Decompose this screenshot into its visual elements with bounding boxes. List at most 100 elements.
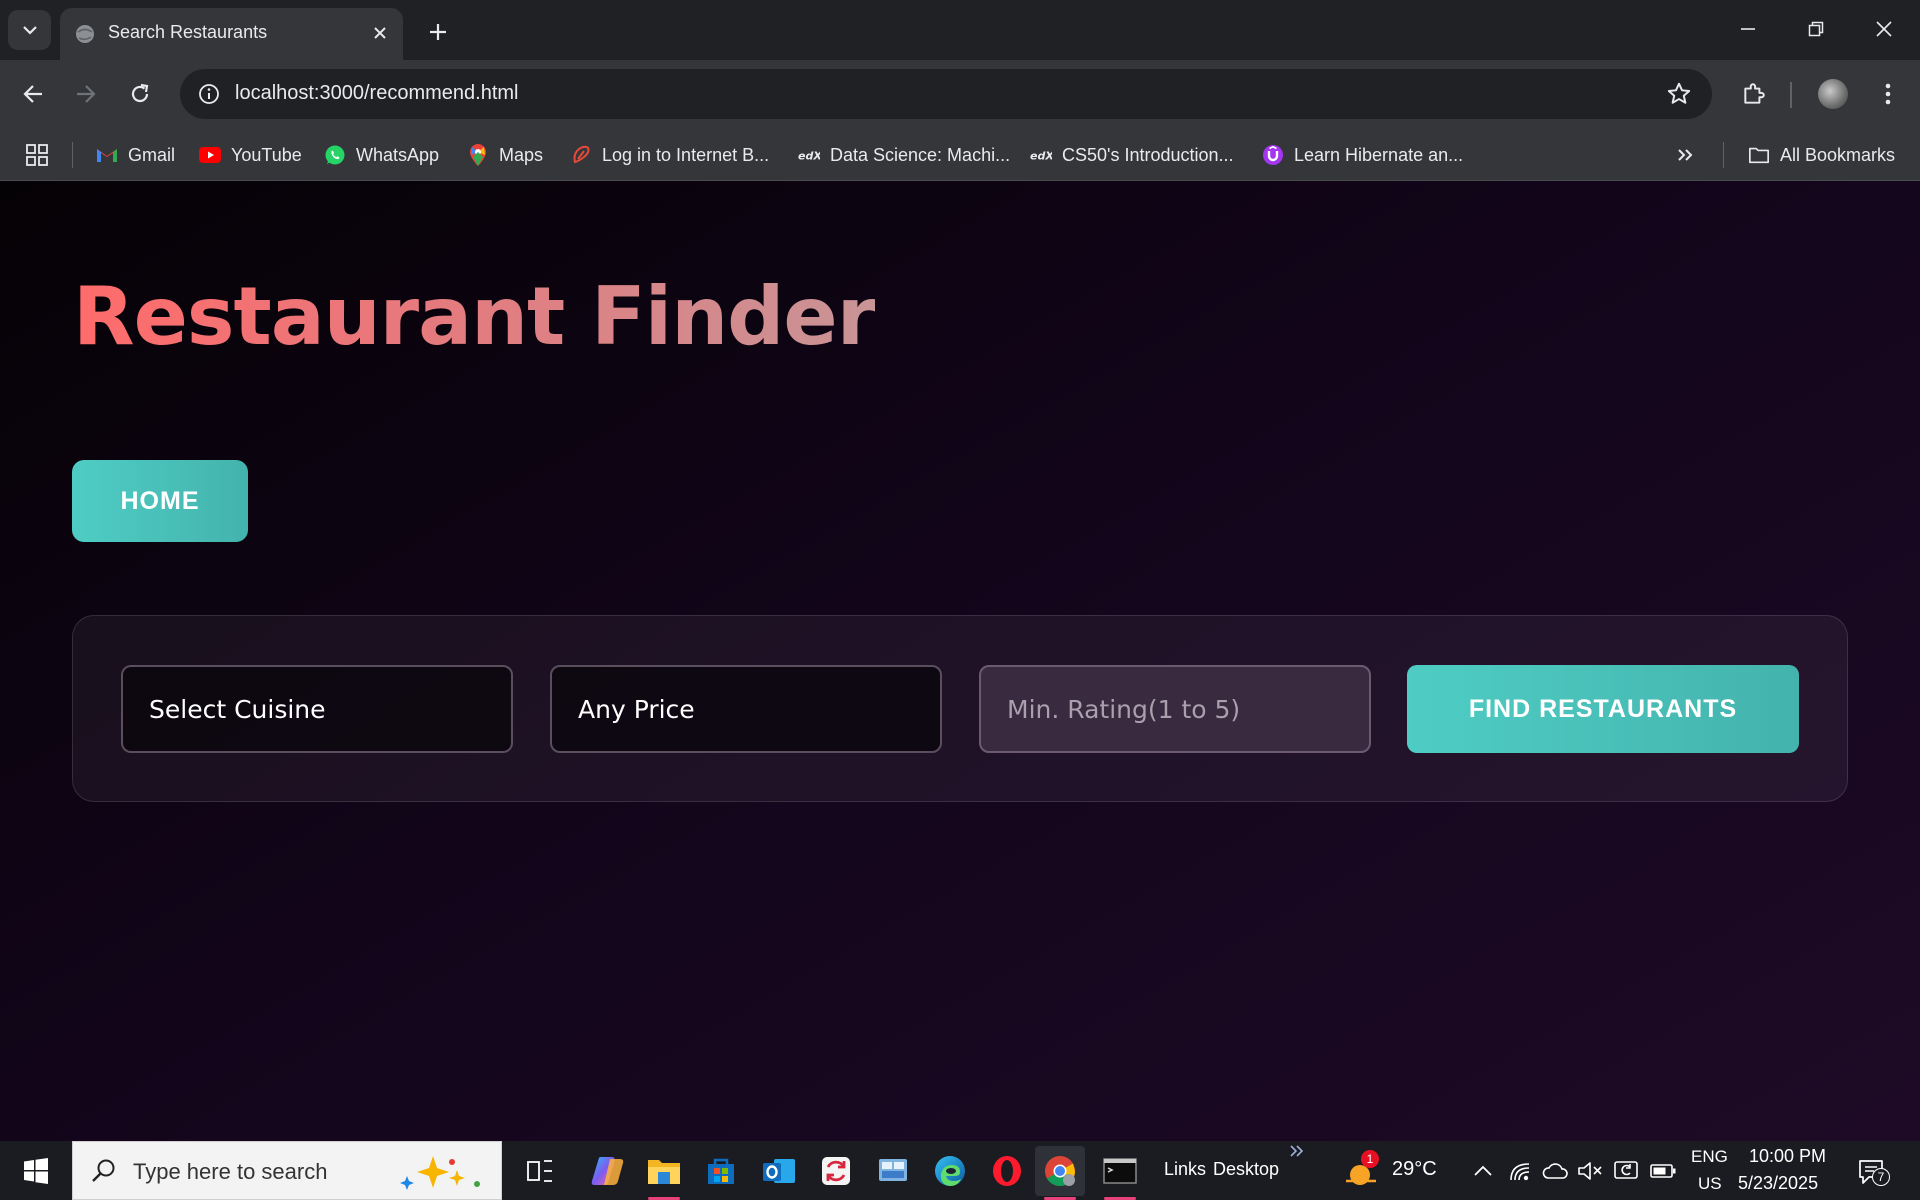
bookmark-label: Gmail <box>128 144 176 165</box>
desktop-toolbar-label[interactable]: Desktop <box>1213 1159 1279 1180</box>
toolbar-overflow-icon[interactable] <box>1289 1143 1305 1162</box>
folder-icon <box>648 1160 680 1184</box>
close-tab-icon[interactable] <box>367 20 393 46</box>
copilot-app[interactable] <box>583 1146 633 1196</box>
battery-icon <box>1650 1164 1676 1178</box>
edge-app[interactable] <box>925 1146 975 1196</box>
outlook-app[interactable] <box>754 1146 804 1196</box>
price-select[interactable]: Any Price <box>550 665 942 753</box>
links-toolbar-label[interactable]: Links <box>1164 1159 1206 1180</box>
site-info-icon[interactable] <box>194 79 224 109</box>
device-sync-button[interactable] <box>1612 1158 1640 1184</box>
bookmark-data-science[interactable]: edX Data Science: Machi... <box>798 139 1010 171</box>
chevron-down-icon <box>22 26 37 35</box>
store-icon <box>708 1158 734 1184</box>
folder-icon <box>1748 144 1770 166</box>
copilot-sparkle-icon <box>397 1152 487 1196</box>
apps-grid-icon <box>26 144 48 166</box>
rating-input[interactable]: Min. Rating(1 to 5) <box>979 665 1371 753</box>
volume-button[interactable] <box>1576 1158 1604 1184</box>
reload-button[interactable] <box>120 74 160 114</box>
whatsapp-icon <box>324 144 346 166</box>
microsoft-store-app[interactable] <box>696 1146 746 1196</box>
back-button[interactable] <box>13 74 53 114</box>
bookmarks-divider <box>72 142 73 168</box>
start-button[interactable] <box>0 1141 72 1200</box>
show-hidden-icons-button[interactable] <box>1469 1158 1497 1184</box>
maps-icon <box>467 144 489 166</box>
battery-button[interactable] <box>1649 1158 1677 1184</box>
network-button[interactable] <box>1507 1158 1535 1184</box>
profile-button[interactable] <box>1813 74 1853 114</box>
bookmark-hibernate[interactable]: Learn Hibernate an... <box>1262 139 1463 171</box>
tab-active[interactable]: Search Restaurants <box>60 8 403 60</box>
bookmark-internet-banking[interactable]: Log in to Internet B... <box>570 139 769 171</box>
weather-widget[interactable]: 1 <box>1342 1150 1382 1191</box>
terminal-app[interactable] <box>1095 1146 1145 1200</box>
address-bar[interactable]: localhost:3000/recommend.html <box>180 69 1712 119</box>
tab-search-button[interactable] <box>8 10 51 50</box>
language-indicator-bottom[interactable]: US <box>1698 1174 1722 1194</box>
puzzle-icon <box>1744 83 1765 104</box>
restore-button[interactable] <box>1790 8 1842 50</box>
bookmark-star-icon[interactable] <box>1666 81 1692 111</box>
all-bookmarks-label: All Bookmarks <box>1780 144 1896 165</box>
close-window-button[interactable] <box>1858 8 1910 50</box>
outlook-icon <box>763 1159 795 1183</box>
notification-count-badge: 7 <box>1872 1168 1890 1186</box>
browser-menu-button[interactable] <box>1868 74 1908 114</box>
youtube-icon <box>199 144 221 166</box>
all-bookmarks-button[interactable]: All Bookmarks <box>1748 139 1895 171</box>
bookmark-label: CS50's Introduction... <box>1062 144 1234 165</box>
bookmark-cs50[interactable]: edX CS50's Introduction... <box>1030 139 1234 171</box>
bookmark-youtube[interactable]: YouTube <box>199 139 302 171</box>
find-restaurants-button[interactable]: FIND RESTAURANTS <box>1407 665 1799 753</box>
edx-icon: edX <box>798 144 820 166</box>
extensions-button[interactable] <box>1734 74 1774 114</box>
bookmarks-bar: Gmail YouTube WhatsApp Maps Log in to In… <box>0 129 1920 181</box>
device-sync-icon <box>1614 1161 1638 1179</box>
chrome-icon <box>1045 1156 1075 1186</box>
notification-center-button[interactable]: 7 <box>1854 1156 1890 1188</box>
file-explorer-app[interactable] <box>639 1146 689 1200</box>
arrow-right-icon <box>77 85 96 103</box>
minimize-button[interactable] <box>1722 8 1774 50</box>
clock-date[interactable]: 5/23/2025 <box>1738 1173 1818 1194</box>
forward-button[interactable] <box>66 74 106 114</box>
speaker-muted-icon <box>1578 1162 1602 1180</box>
copilot-icon <box>591 1157 624 1185</box>
chrome-app[interactable] <box>1035 1146 1085 1200</box>
svg-text:edX: edX <box>798 150 820 162</box>
taskbar-search-box[interactable]: Type here to search <box>72 1141 502 1200</box>
language-indicator-top[interactable]: ENG <box>1691 1147 1728 1167</box>
clock-time[interactable]: 10:00 PM <box>1749 1146 1826 1167</box>
apps-button[interactable] <box>25 139 49 171</box>
bookmark-label: Maps <box>499 144 544 165</box>
sync-icon <box>822 1157 850 1185</box>
bookmark-whatsapp[interactable]: WhatsApp <box>324 139 439 171</box>
bookmark-maps[interactable]: Maps <box>467 139 543 171</box>
reload-icon <box>131 83 149 103</box>
new-tab-button[interactable] <box>420 14 456 50</box>
more-bookmarks-button[interactable] <box>1676 139 1694 171</box>
udemy-icon <box>1262 144 1284 166</box>
bookmark-gmail[interactable]: Gmail <box>96 139 175 171</box>
control-panel-app[interactable] <box>868 1146 918 1196</box>
onedrive-button[interactable] <box>1541 1158 1569 1184</box>
bank-icon <box>570 144 592 166</box>
task-view-button[interactable] <box>515 1146 565 1196</box>
opera-icon <box>993 1156 1021 1186</box>
edx-icon: edX <box>1030 144 1052 166</box>
close-icon <box>1876 21 1892 37</box>
bookmark-label: Log in to Internet B... <box>602 144 770 165</box>
chevron-up-icon <box>1474 1165 1492 1176</box>
sync-app[interactable] <box>811 1146 861 1196</box>
tab-title: Search Restaurants <box>108 22 268 42</box>
weather-alert-badge: 1 <box>1361 1150 1379 1168</box>
opera-app[interactable] <box>982 1146 1032 1196</box>
windows-taskbar: Type here to search Links Desktop 1 29°C… <box>0 1141 1920 1200</box>
cuisine-select[interactable]: Select Cuisine <box>121 665 513 753</box>
toolbar-divider <box>1790 82 1792 108</box>
home-button[interactable]: HOME <box>72 460 248 542</box>
svg-text:edX: edX <box>1030 150 1052 162</box>
